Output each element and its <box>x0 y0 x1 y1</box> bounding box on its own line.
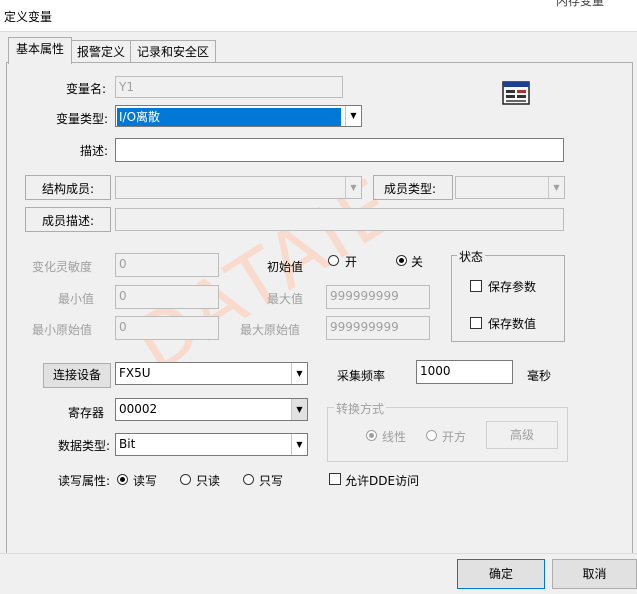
initial-on-label: 开 <box>345 255 358 269</box>
max-raw-label: 最大原始值 <box>240 323 301 337</box>
sample-freq-unit: 毫秒 <box>527 369 552 383</box>
chevron-down-icon: ▼ <box>548 177 564 198</box>
conversion-group-label: 转换方式 <box>334 400 387 417</box>
advanced-button[interactable]: 高级 <box>486 421 558 449</box>
min-raw-input[interactable]: 0 <box>115 316 219 340</box>
var-type-selected-value: I/O离散 <box>117 108 341 126</box>
tab-basic-properties[interactable]: 基本属性 <box>8 37 72 64</box>
member-type-label: 成员类型: <box>384 182 437 196</box>
struct-member-label: 结构成员: <box>42 182 95 196</box>
sample-freq-input[interactable]: 1000 <box>416 360 513 384</box>
dde-checkbox[interactable] <box>329 473 341 485</box>
register-selected-value: 00002 <box>119 402 158 416</box>
conv-linear-label: 线性 <box>382 430 407 444</box>
save-params-checkbox[interactable] <box>470 280 482 292</box>
desc-label: 描述: <box>80 144 109 158</box>
max-value-label: 最大值 <box>267 292 304 306</box>
register-select[interactable]: 00002 ▼ <box>115 398 308 421</box>
title-bar: 定义变量 内存变量 <box>0 0 637 32</box>
var-name-label: 变量名: <box>66 82 107 96</box>
window-title: 定义变量 <box>4 10 53 24</box>
var-type-label: 变量类型: <box>56 112 109 126</box>
member-type-select[interactable]: ▼ <box>455 176 565 199</box>
chevron-down-icon[interactable]: ▼ <box>291 434 307 455</box>
data-type-select[interactable]: Bit ▼ <box>115 433 308 456</box>
chevron-down-icon[interactable]: ▼ <box>345 106 361 126</box>
chevron-down-icon[interactable]: ▼ <box>291 399 307 420</box>
max-value-input[interactable]: 999999999 <box>326 285 430 309</box>
device-selected-value: FX5U <box>119 366 151 380</box>
rw-readonly-radio[interactable] <box>180 474 191 485</box>
sensitivity-input[interactable]: 0 <box>115 253 219 277</box>
rw-readwrite-label: 读写 <box>133 474 158 488</box>
dde-label: 允许DDE访问 <box>345 474 420 488</box>
tab-record-security[interactable]: 记录和安全区 <box>130 40 216 63</box>
rw-readonly-label: 只读 <box>196 474 221 488</box>
save-values-checkbox[interactable] <box>470 317 482 329</box>
sensitivity-label: 变化灵敏度 <box>32 260 93 274</box>
register-label: 寄存器 <box>68 406 105 420</box>
member-desc-input[interactable] <box>115 208 564 231</box>
device-select[interactable]: FX5U ▼ <box>115 362 308 385</box>
desc-input[interactable] <box>115 138 564 162</box>
initial-on-radio[interactable] <box>328 255 339 266</box>
min-raw-label: 最小原始值 <box>32 323 93 337</box>
initial-value-label: 初始值 <box>267 260 304 274</box>
min-value-label: 最小值 <box>58 292 95 306</box>
max-raw-input[interactable]: 999999999 <box>326 316 430 340</box>
sample-freq-label: 采集频率 <box>337 369 386 383</box>
save-values-label: 保存数值 <box>488 317 537 331</box>
chevron-down-icon: ▼ <box>345 177 361 198</box>
background-window-title: 内存变量 <box>556 0 605 8</box>
variable-properties-icon[interactable] <box>502 81 530 105</box>
min-value-input[interactable]: 0 <box>115 285 219 309</box>
conv-sqrt-label: 开方 <box>442 430 467 444</box>
tab-alarm-definition[interactable]: 报警定义 <box>70 40 132 63</box>
data-type-label: 数据类型: <box>58 439 111 453</box>
conv-linear-radio[interactable] <box>366 430 377 441</box>
save-params-label: 保存参数 <box>488 280 537 294</box>
initial-off-label: 关 <box>411 255 424 269</box>
var-name-input[interactable]: Y1 <box>115 76 343 98</box>
member-desc-label: 成员描述: <box>42 214 95 228</box>
status-group-label: 状态 <box>457 248 486 265</box>
connect-device-button[interactable]: 连接设备 <box>43 363 111 388</box>
chevron-down-icon[interactable]: ▼ <box>291 363 307 384</box>
cancel-button[interactable]: 取消 <box>552 559 637 589</box>
initial-off-radio[interactable] <box>396 255 407 266</box>
ok-button[interactable]: 确定 <box>457 559 545 589</box>
rw-label: 读写属性: <box>58 474 111 488</box>
rw-readwrite-radio[interactable] <box>117 474 128 485</box>
rw-writeonly-radio[interactable] <box>243 474 254 485</box>
var-type-select[interactable]: I/O离散 ▼ <box>115 105 362 127</box>
conv-sqrt-radio[interactable] <box>426 430 437 441</box>
rw-writeonly-label: 只写 <box>259 474 284 488</box>
struct-member-select[interactable]: ▼ <box>115 176 362 199</box>
data-type-selected-value: Bit <box>119 437 136 451</box>
